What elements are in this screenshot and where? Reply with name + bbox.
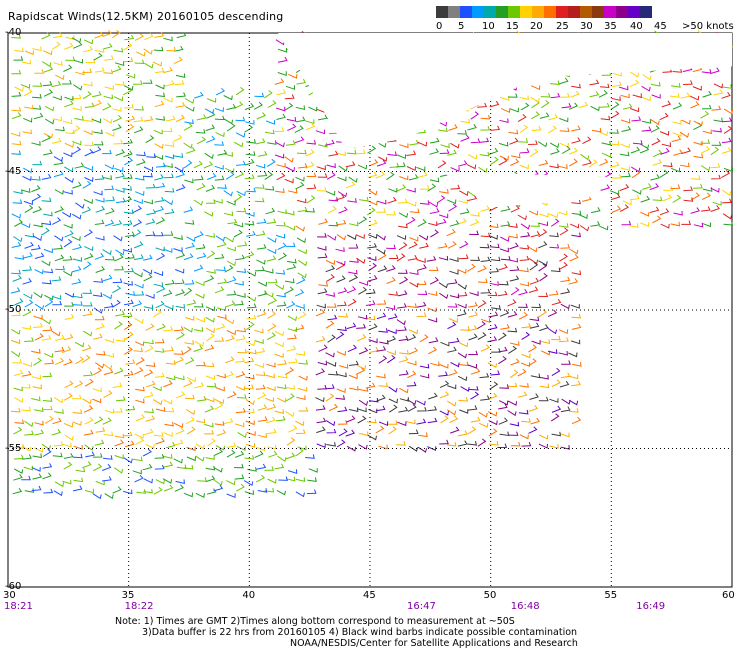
lat-tick-label: -40 (5, 27, 22, 38)
lat-tick-label: -45 (5, 165, 22, 177)
swath-gap (278, 33, 732, 150)
lon-tick-label: 40 (242, 590, 256, 601)
lon-tick-label: 60 (722, 590, 735, 601)
lon-tick-label: 45 (363, 590, 376, 601)
time-label: 16:47 (407, 601, 436, 612)
lat-tick-label: -55 (5, 442, 22, 454)
lon-tick-label: 55 (604, 590, 618, 601)
wind-barb-group (316, 312, 579, 451)
no-data-region (278, 33, 732, 208)
wind-barb-group (11, 150, 186, 310)
time-label: 18:22 (124, 601, 154, 612)
wind-map (7, 29, 734, 588)
lon-tick-label: 35 (121, 590, 135, 601)
footnote-line-3: NOAA/NESDIS/Center for Satellite Applica… (290, 638, 578, 649)
time-label: 18:21 (4, 601, 33, 612)
wind-barb-group (10, 87, 306, 310)
wind-barb-group (21, 146, 317, 500)
footnote-line-1: Note: 1) Times are GMT 2)Times along bot… (115, 616, 515, 627)
lat-tick-label: -60 (5, 581, 22, 592)
time-label: 16:49 (636, 601, 666, 612)
wind-barb-group (315, 229, 581, 453)
footnote-line-2: 3)Data buffer is 22 hrs from 20160105 4)… (142, 627, 578, 638)
footnotes: Note: 1) Times are GMT 2)Times along bot… (115, 616, 578, 649)
time-label: 16:48 (510, 601, 540, 612)
lat-tick-label: -50 (5, 304, 22, 315)
lon-tick-label: 50 (483, 590, 497, 601)
